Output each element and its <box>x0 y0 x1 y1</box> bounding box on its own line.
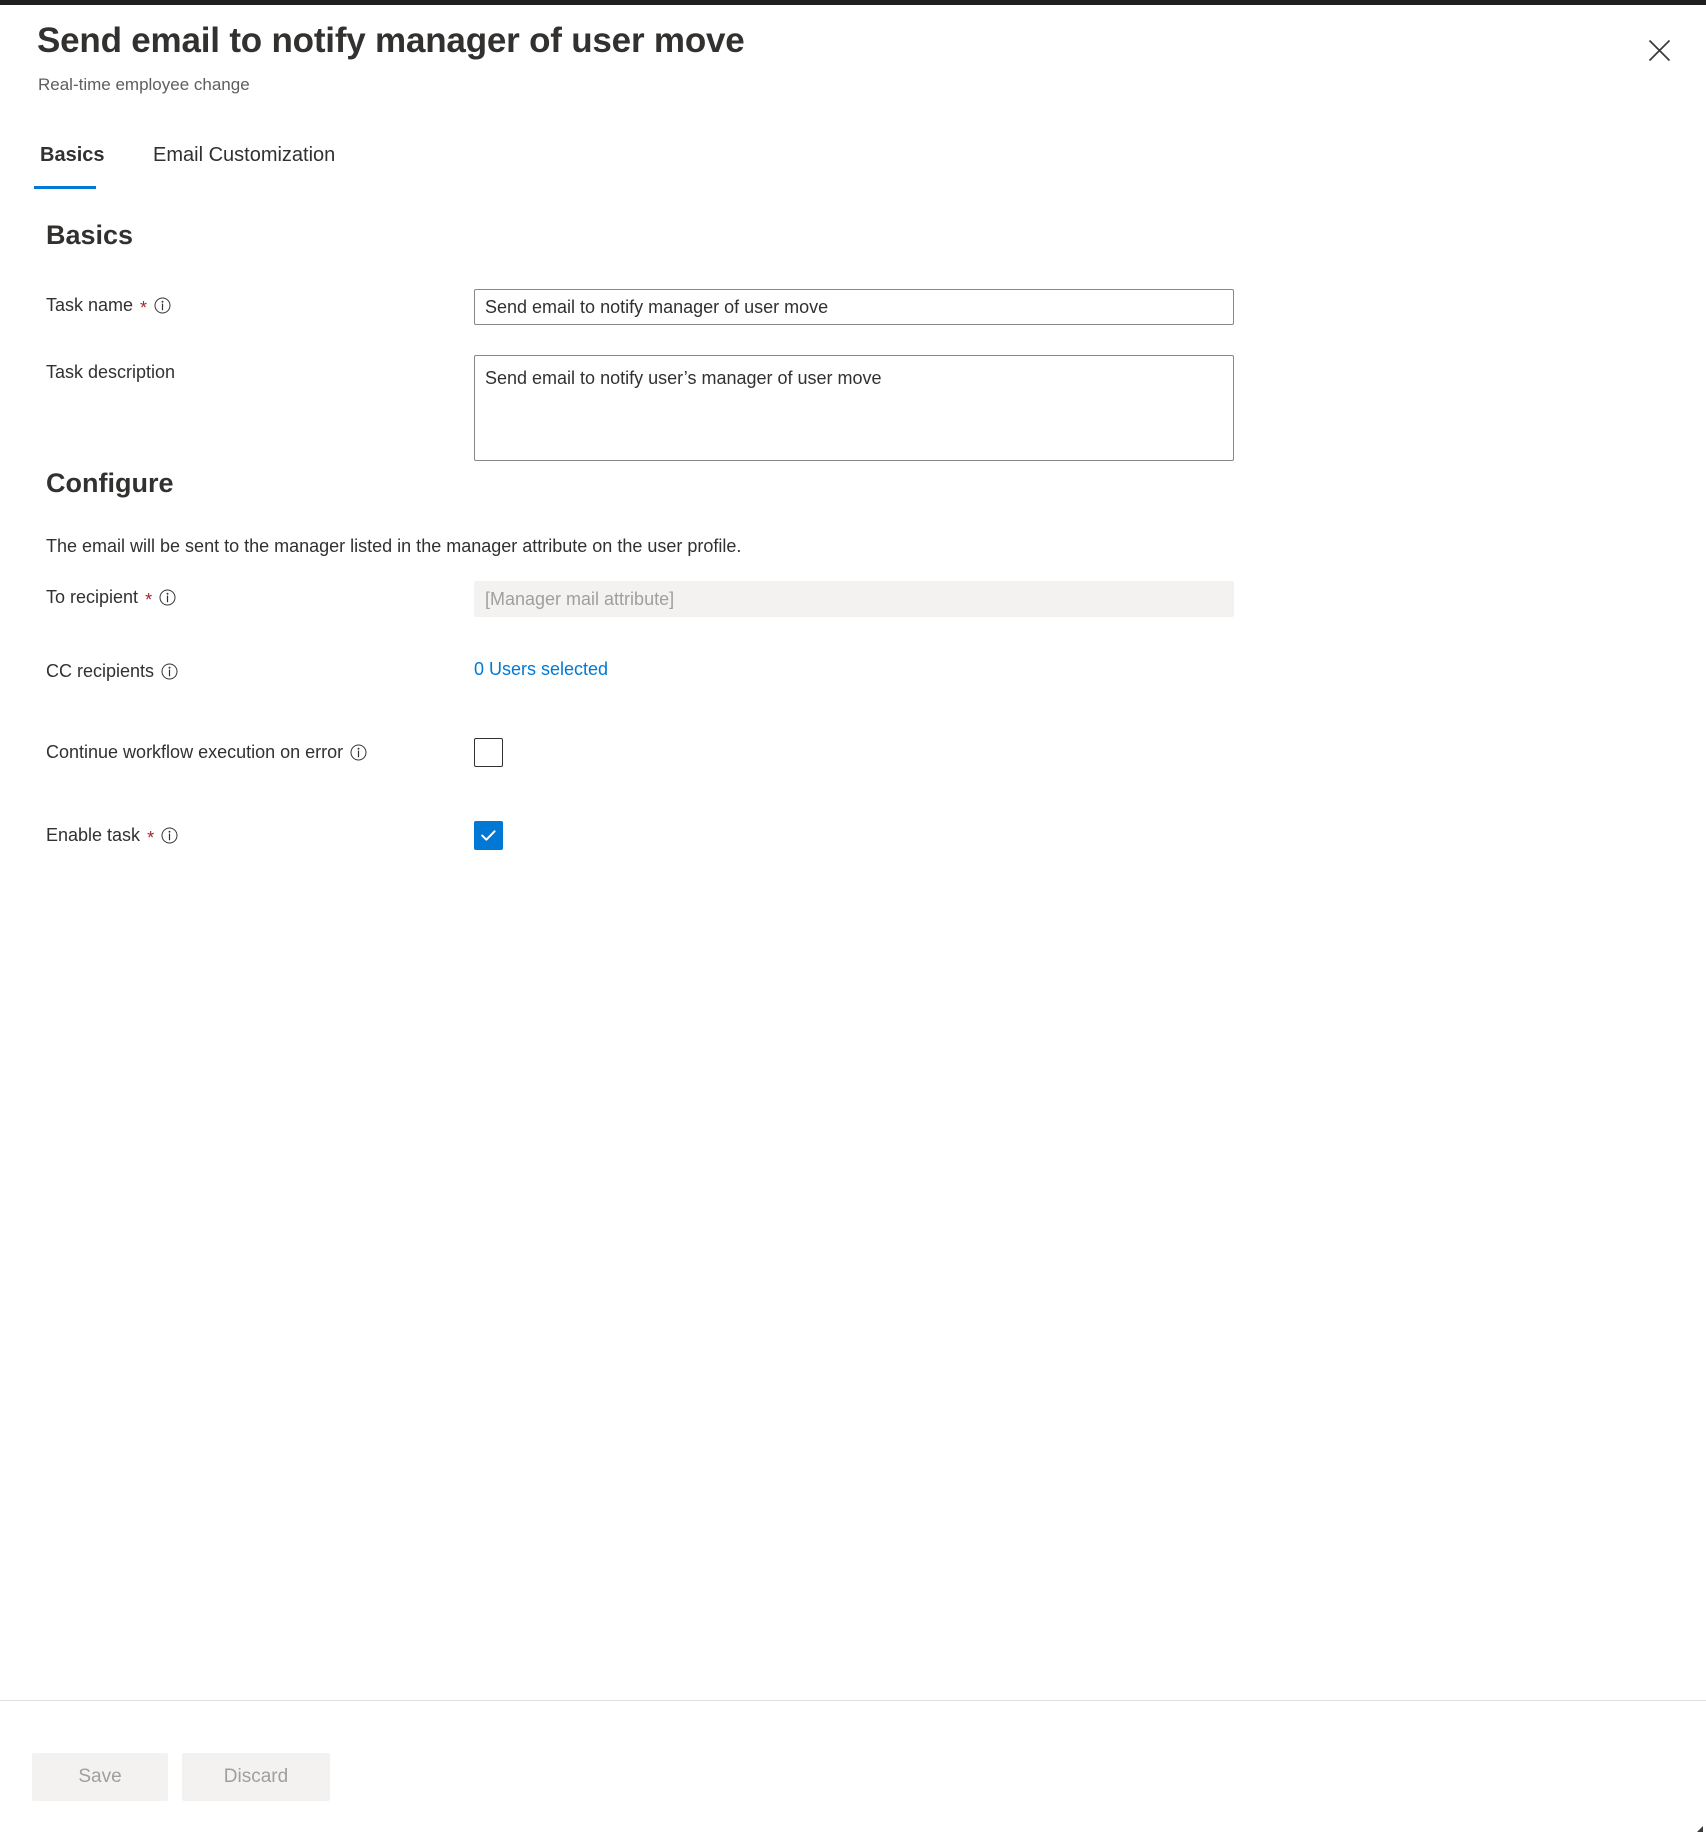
tab-email-customization[interactable]: Email Customization <box>147 143 341 180</box>
label-cc-recipients-text: CC recipients <box>46 661 154 682</box>
enable-task-checkbox[interactable] <box>474 821 503 850</box>
label-task-name: Task name * <box>46 295 171 316</box>
label-task-description-text: Task description <box>46 362 175 383</box>
info-icon[interactable] <box>161 663 178 680</box>
label-continue-on-error-text: Continue workflow execution on error <box>46 742 343 763</box>
info-icon[interactable] <box>159 589 176 606</box>
continue-on-error-checkbox[interactable] <box>474 738 503 767</box>
required-marker: * <box>145 591 152 609</box>
cc-recipients-link[interactable]: 0 Users selected <box>474 659 608 680</box>
label-to-recipient: To recipient * <box>46 587 176 608</box>
required-marker: * <box>147 829 154 847</box>
save-button[interactable]: Save <box>32 1753 168 1801</box>
checkmark-icon <box>479 826 498 845</box>
configure-description: The email will be sent to the manager li… <box>46 536 741 557</box>
panel-header: Send email to notify manager of user mov… <box>0 5 1706 140</box>
tab-active-indicator <box>34 186 96 189</box>
label-enable-task-text: Enable task <box>46 825 140 846</box>
label-task-name-text: Task name <box>46 295 133 316</box>
label-enable-task: Enable task * <box>46 825 178 846</box>
label-to-recipient-text: To recipient <box>46 587 138 608</box>
section-heading-configure: Configure <box>46 468 174 499</box>
label-task-description: Task description <box>46 362 175 383</box>
tab-list: Basics Email Customization <box>0 143 1706 191</box>
info-icon[interactable] <box>154 297 171 314</box>
tab-basics[interactable]: Basics <box>34 143 111 180</box>
required-marker: * <box>140 299 147 317</box>
page-title: Send email to notify manager of user mov… <box>37 21 745 61</box>
task-description-textarea[interactable] <box>474 355 1234 461</box>
task-name-input[interactable] <box>474 289 1234 325</box>
to-recipient-input <box>474 581 1234 617</box>
close-icon <box>1646 37 1673 64</box>
page-subtitle: Real-time employee change <box>38 75 250 95</box>
info-icon[interactable] <box>161 827 178 844</box>
panel-footer: Save Discard <box>0 1700 1706 1840</box>
close-button[interactable] <box>1636 27 1682 73</box>
task-details-panel: Send email to notify manager of user mov… <box>0 5 1706 1834</box>
resize-grip[interactable] <box>1692 1820 1704 1832</box>
section-heading-basics: Basics <box>46 220 133 251</box>
info-icon[interactable] <box>350 744 367 761</box>
label-cc-recipients: CC recipients <box>46 661 178 682</box>
label-continue-on-error: Continue workflow execution on error <box>46 742 367 763</box>
discard-button[interactable]: Discard <box>182 1753 330 1801</box>
